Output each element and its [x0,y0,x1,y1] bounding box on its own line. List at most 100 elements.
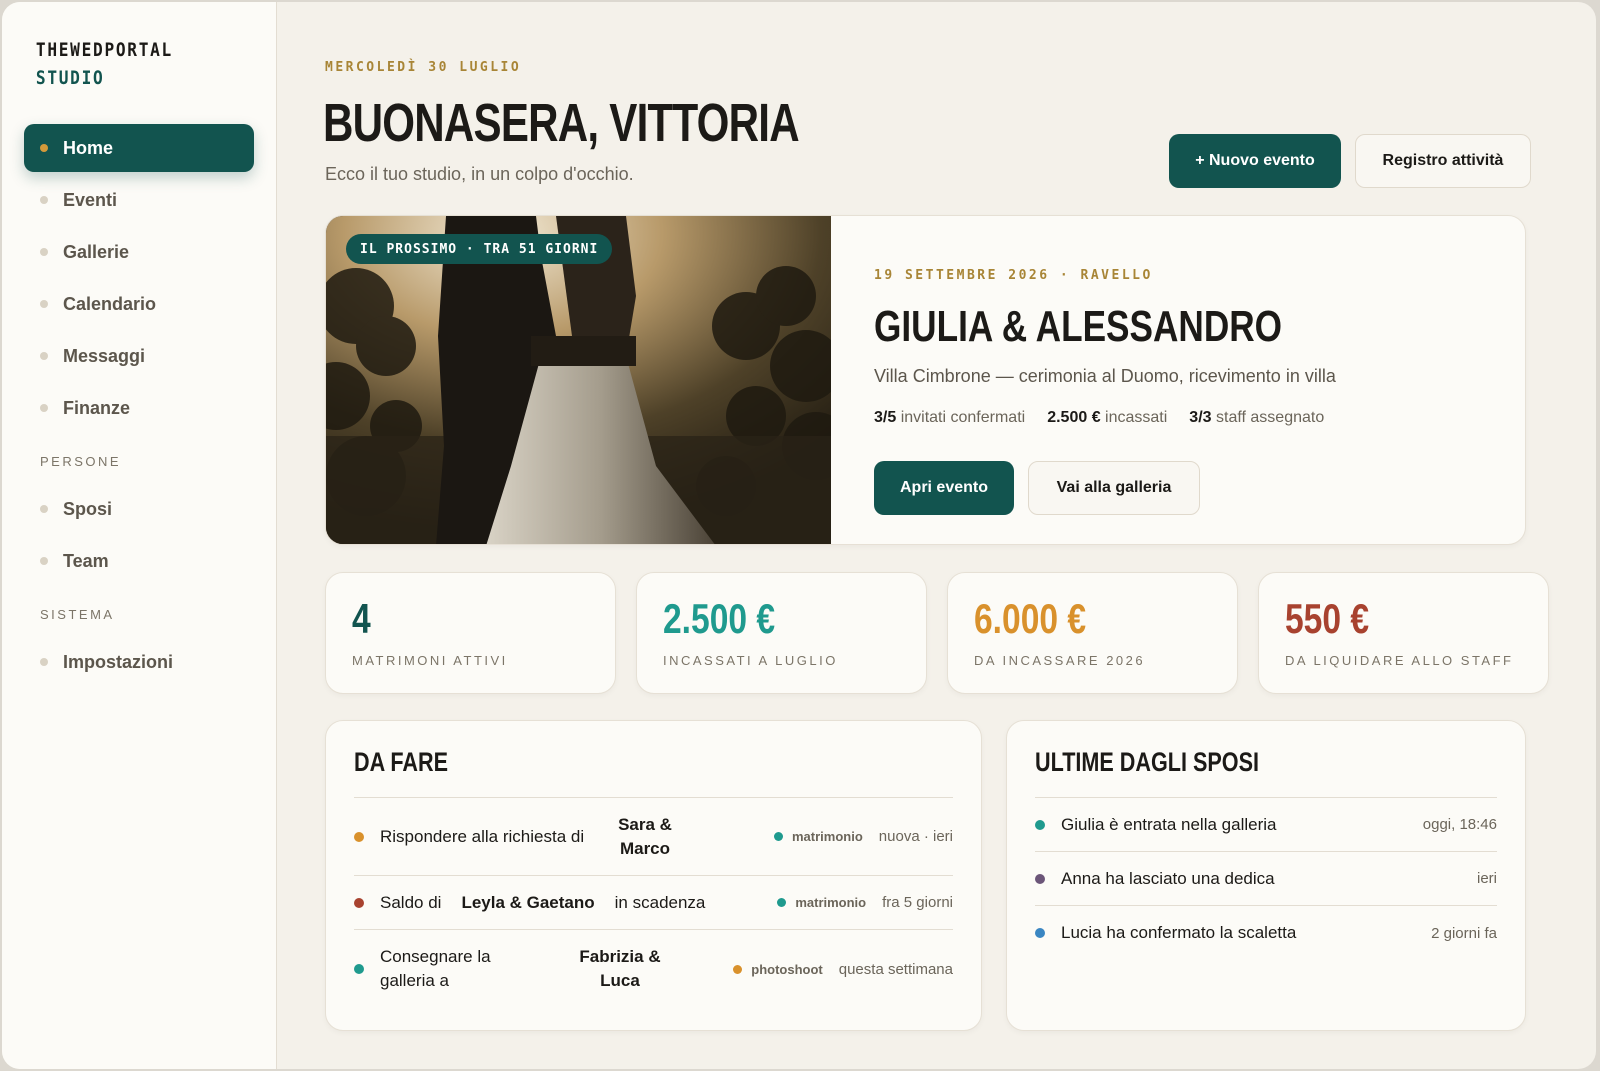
news-item[interactable]: Giulia è entrata nella galleria oggi, 18… [1035,798,1497,852]
sidebar-item-home[interactable]: Home [24,124,254,172]
couples-news-panel: ULTIME DAGLI SPOSI Giulia è entrata nell… [1006,720,1526,1031]
sidebar-item-messaggi[interactable]: Messaggi [24,332,254,380]
status-dot-icon [1035,928,1045,938]
event-stat-paid: 2.500 € incassati [1047,409,1168,426]
nav-dot-icon [40,144,48,152]
todo-tag: matrimonio [774,829,863,844]
news-time: oggi, 18:46 [1422,816,1497,833]
stat-label: INCASSATI A LUGLIO [663,653,838,668]
stat-value: 550 € [1285,595,1370,642]
todo-tag: photoshoot [733,962,823,977]
todo-item[interactable]: Consegnare la galleria a Fabrizia & Luca… [354,930,953,1008]
sidebar-item-label: Messaggi [63,345,146,366]
todo-title: DA FARE [354,747,449,777]
activity-log-button[interactable]: Registro attività [1355,134,1531,188]
tag-dot-icon [733,964,743,974]
sidebar-item-finanze[interactable]: Finanze [24,384,254,432]
nav-dot-icon [40,404,48,412]
todo-item[interactable]: Saldo di Leyla & Gaetano in scadenza mat… [354,876,953,930]
todo-text-tail: in scadenza [614,892,706,912]
go-to-gallery-button[interactable]: Vai alla galleria [1028,461,1200,515]
news-item[interactable]: Anna ha lasciato una dedica ieri [1035,852,1497,906]
stat-card-to-collect-2026[interactable]: 6.000 € DA INCASSARE 2026 [947,572,1238,694]
event-stat-guests: 3/5 invitati confermati [874,409,1026,426]
current-date: MERCOLEDÌ 30 LUGLIO [325,60,522,75]
news-text: Lucia ha confermato la scaletta [1061,923,1297,942]
stat-label: DA LIQUIDARE ALLO STAFF [1285,653,1514,668]
event-couple-title: GIULIA & ALESSANDRO [874,302,1283,351]
stat-card-active-weddings[interactable]: 4 MATRIMONI ATTIVI [325,572,616,694]
event-cover-photo: IL PROSSIMO · TRA 51 GIORNI [326,216,831,544]
todo-text: Saldo di [380,892,442,912]
event-location: Villa Cimbrone — cerimonia al Duomo, ric… [874,366,1336,386]
sidebar-item-eventi[interactable]: Eventi [24,176,254,224]
next-event-card: IL PROSSIMO · TRA 51 GIORNI 19 SETTEMBRE… [325,215,1526,545]
todo-couple-name: Fabrizia & Luca [579,947,661,990]
brand-logo[interactable]: THEWEDPORTAL STUDIO [24,36,220,92]
sidebar: THEWEDPORTAL STUDIO Home Eventi Gallerie… [2,2,277,1069]
sidebar-item-label: Gallerie [63,241,130,262]
status-dot-icon [354,831,364,842]
event-stats: 3/5 invitati confermati 2.500 € incassat… [874,409,1324,427]
new-event-button[interactable]: + Nuovo evento [1169,134,1341,188]
event-date-place: 19 SETTEMBRE 2026 · RAVELLO [874,268,1153,283]
next-event-badge: IL PROSSIMO · TRA 51 GIORNI [346,234,613,264]
sidebar-item-team[interactable]: Team [24,537,254,585]
sidebar-section-persone: PERSONE [40,454,122,469]
status-dot-icon [354,897,364,908]
status-dot-icon [1035,873,1045,884]
sidebar-item-calendario[interactable]: Calendario [24,280,254,328]
sidebar-item-label: Team [63,550,109,571]
stat-value: 6.000 € [974,595,1087,642]
sidebar-item-impostazioni[interactable]: Impostazioni [24,638,254,686]
sidebar-item-gallerie[interactable]: Gallerie [24,228,254,276]
nav-dot-icon [40,300,48,308]
sidebar-section-sistema: SISTEMA [40,607,115,622]
nav-dot-icon [40,248,48,256]
stat-card-collected-july[interactable]: 2.500 € INCASSATI A LUGLIO [636,572,927,694]
event-stat-staff: 3/3 staff assegnato [1189,409,1325,426]
page-title: BUONASERA, VITTORIA [323,93,800,153]
nav-dot-icon [40,557,48,565]
page-subtitle: Ecco il tuo studio, in un colpo d'occhio… [325,164,634,184]
status-dot-icon [1035,819,1045,830]
nav-dot-icon [40,352,48,360]
todo-tag: matrimonio [777,895,866,910]
news-time: ieri [1476,870,1497,887]
news-item[interactable]: Lucia ha confermato la scaletta 2 giorni… [1035,906,1497,960]
stat-card-staff-payout[interactable]: 550 € DA LIQUIDARE ALLO STAFF [1258,572,1549,694]
sidebar-item-label: Impostazioni [63,651,174,672]
stat-value: 2.500 € [663,595,776,642]
todo-when: nuova · ieri [878,828,953,845]
nav-dot-icon [40,505,48,513]
status-dot-icon [354,964,364,974]
main-nav: Home Eventi Gallerie Calendario Messaggi… [24,124,254,686]
stat-label: MATRIMONI ATTIVI [352,653,508,668]
tag-dot-icon [774,832,783,841]
sidebar-item-label: Sposi [63,498,113,519]
app-window: THEWEDPORTAL STUDIO Home Eventi Gallerie… [2,2,1596,1069]
sidebar-item-label: Home [63,137,114,158]
todo-couple-name: Leyla & Gaetano [461,892,595,912]
stat-label: DA INCASSARE 2026 [974,653,1146,668]
todo-item[interactable]: Rispondere alla richiesta di Sara & Marc… [354,798,953,876]
stat-value: 4 [352,595,371,642]
todo-when: questa settimana [838,960,953,978]
sidebar-item-label: Calendario [63,293,157,314]
sidebar-item-sposi[interactable]: Sposi [24,485,254,533]
nav-dot-icon [40,658,48,666]
brand-subname: STUDIO [35,67,105,89]
sidebar-item-label: Finanze [63,397,131,418]
sidebar-item-label: Eventi [63,189,118,210]
todo-couple-name: Sara & Marco [618,814,672,858]
news-time: 2 giorni fa [1431,924,1497,942]
todo-when: fra 5 giorni [882,894,953,911]
brand-name: THEWEDPORTAL [35,39,173,61]
todo-panel: DA FARE Rispondere alla richiesta di Sar… [325,720,982,1031]
open-event-button[interactable]: Apri evento [874,461,1014,515]
tag-dot-icon [777,898,787,907]
nav-dot-icon [40,196,48,204]
main-content: MERCOLEDÌ 30 LUGLIO BUONASERA, VITTORIA … [277,2,1596,1069]
news-title: ULTIME DAGLI SPOSI [1035,747,1260,777]
news-text: Giulia è entrata nella galleria [1061,814,1277,834]
